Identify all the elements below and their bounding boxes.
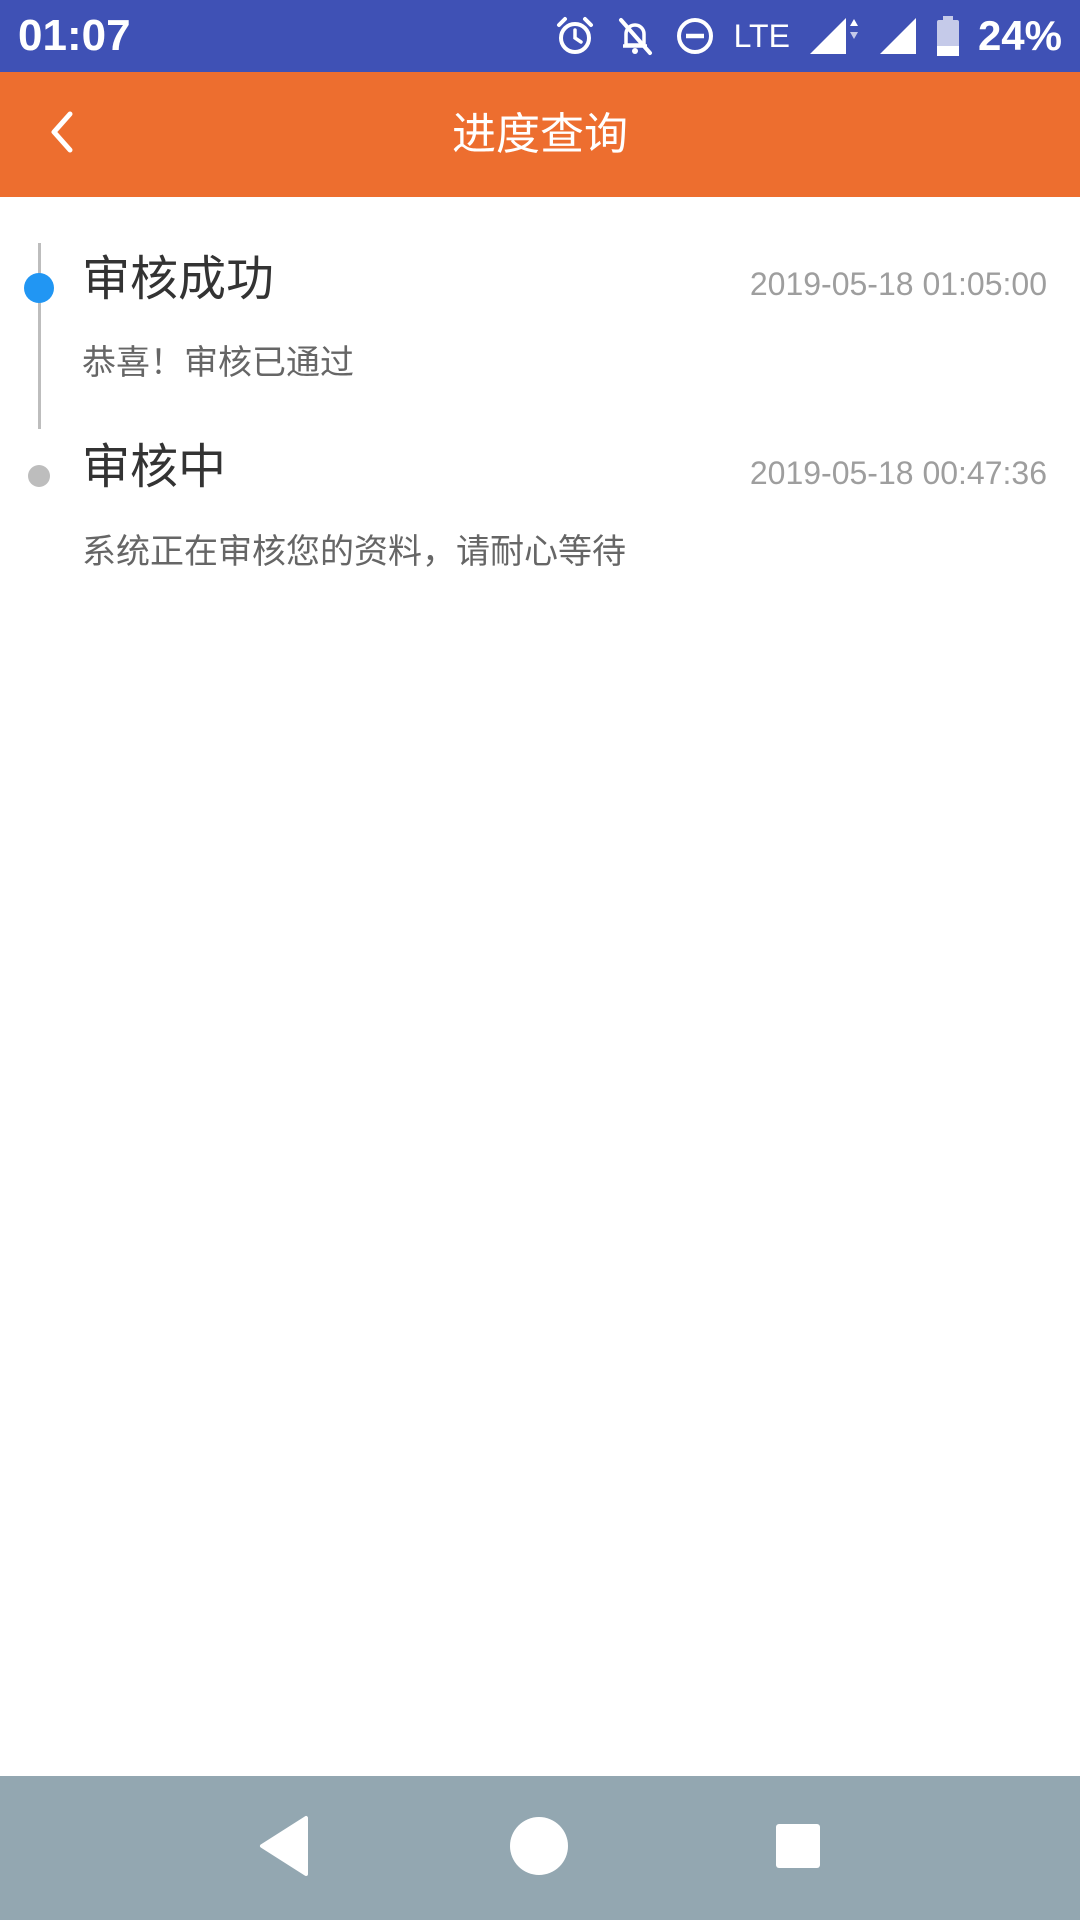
step-title: 审核成功 xyxy=(82,251,275,307)
step-title: 审核中 xyxy=(82,439,227,495)
step-dot-active xyxy=(24,273,54,303)
home-circle-icon xyxy=(508,1815,570,1881)
status-bar: 01:07 LTE 24% xyxy=(0,0,1080,72)
timeline-connector xyxy=(38,243,41,429)
step-description: 恭喜！审核已通过 xyxy=(82,343,354,383)
recents-square-icon xyxy=(774,1822,822,1874)
nav-recents-button[interactable] xyxy=(762,1812,834,1884)
signal-icon xyxy=(808,16,860,56)
status-time: 01:07 xyxy=(18,11,131,60)
step-description: 系统正在审核您的资料，请耐心等待 xyxy=(82,532,626,572)
status-icons: LTE 24% xyxy=(554,10,1062,62)
screen: 01:07 LTE 24% 进度查询 审核成功 2019-05-18 01:05… xyxy=(0,0,1080,1920)
system-nav-bar xyxy=(0,1776,1080,1920)
notifications-off-icon xyxy=(614,15,656,57)
app-bar: 进度查询 xyxy=(0,72,1080,197)
page-title: 进度查询 xyxy=(452,109,628,160)
nav-home-button[interactable] xyxy=(503,1812,575,1884)
step-time: 2019-05-18 01:05:00 xyxy=(749,266,1047,302)
back-triangle-icon xyxy=(256,1814,312,1882)
signal-icon xyxy=(878,16,918,56)
battery-icon xyxy=(936,15,960,57)
network-type: LTE xyxy=(733,18,790,54)
step-time: 2019-05-18 00:47:36 xyxy=(749,455,1047,491)
nav-back-button[interactable] xyxy=(248,1812,320,1884)
battery-percent: 24% xyxy=(977,12,1062,59)
step-dot-done xyxy=(28,465,50,487)
alarm-icon xyxy=(554,15,596,57)
do-not-disturb-icon xyxy=(674,15,716,57)
